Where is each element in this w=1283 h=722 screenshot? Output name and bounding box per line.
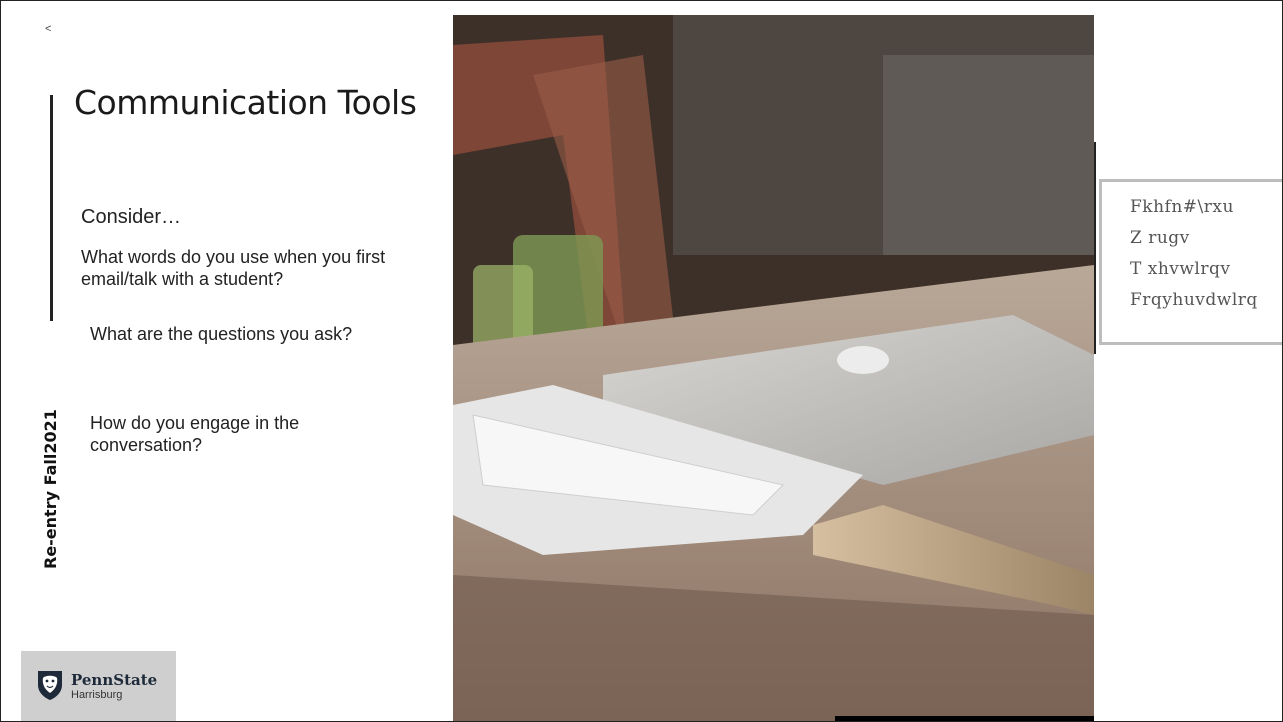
side-label: Re-entry Fall2021: [41, 409, 60, 569]
question-engage: How do you engage in the conversation?: [90, 413, 300, 455]
question-ask: What are the questions you ask?: [90, 324, 353, 344]
desk-photo: [453, 15, 1094, 721]
pennstate-logo: PennState Harrisburg: [21, 651, 176, 721]
consider-heading: Consider…: [81, 206, 182, 228]
photo-caption-strip: [835, 716, 1094, 721]
shield-icon: [38, 671, 62, 700]
title-accent-bar: [50, 95, 53, 321]
logo-name: PennState: [71, 671, 158, 689]
question-words: What words do you use when you first ema…: [81, 247, 386, 289]
desk-photo-art: [453, 15, 1094, 721]
box-edge-line: [1094, 142, 1096, 354]
slide: < Communication Tools Consider… What wor…: [0, 0, 1283, 722]
code-line: T xhvwlrqv: [1130, 259, 1231, 279]
encoded-text-box: Fkhfn#\rxu Z rugv T xhvwlrqv Frqyhuvdwlr…: [1099, 179, 1282, 345]
code-line: Fkhfn#\rxu: [1130, 197, 1234, 217]
code-line: Z rugv: [1130, 228, 1190, 248]
code-line: Frqyhuvdwlrq: [1130, 290, 1258, 310]
slide-title: Communication Tools: [74, 83, 417, 122]
logo-subtitle: Harrisburg: [71, 689, 123, 701]
back-arrow-icon[interactable]: <: [45, 23, 51, 35]
